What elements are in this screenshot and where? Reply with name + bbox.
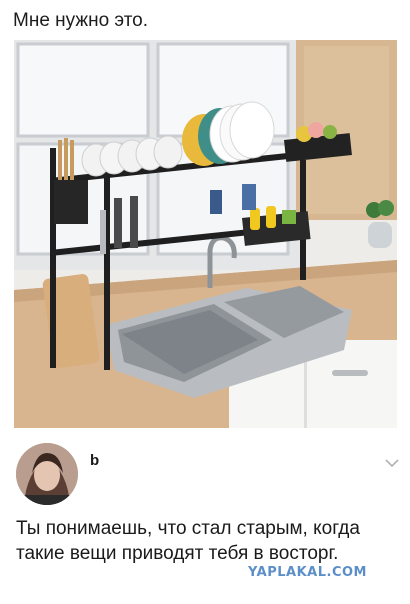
author-name[interactable]: b (90, 452, 99, 469)
kitchen-sink-dish-rack-photo (14, 40, 397, 428)
watermark: YAPLAKAL.COM (248, 565, 367, 580)
chevron-down-icon[interactable] (384, 456, 400, 468)
post-text: Ты понимаешь, что стал старым, когда так… (16, 518, 360, 564)
divider (0, 428, 410, 434)
post-caption: Мне нужно это. (13, 10, 149, 31)
avatar[interactable] (16, 443, 78, 505)
